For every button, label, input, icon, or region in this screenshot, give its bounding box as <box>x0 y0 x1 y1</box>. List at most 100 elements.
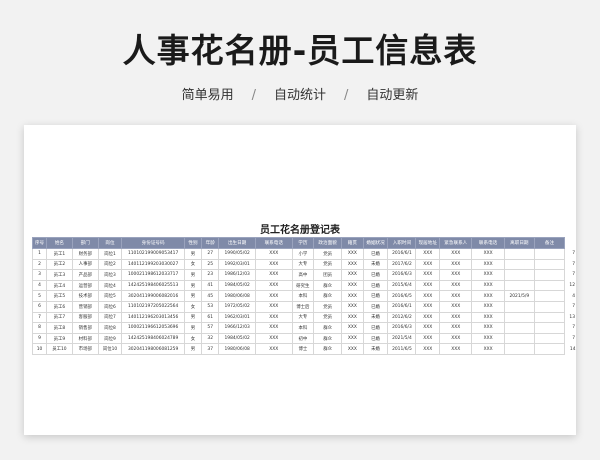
table-cell[interactable]: XXX <box>341 258 364 271</box>
table-cell[interactable]: 41 <box>201 279 220 292</box>
table-cell[interactable]: 男 <box>183 322 203 334</box>
table-cell[interactable]: XXX <box>254 311 293 324</box>
table-cell[interactable] <box>503 300 535 313</box>
table-cell[interactable]: 员工2 <box>46 258 73 271</box>
table-cell[interactable]: XXX <box>439 300 473 313</box>
table-cell[interactable]: 未婚 <box>362 258 389 271</box>
table-cell[interactable] <box>533 258 566 271</box>
table-cell[interactable]: 男 <box>183 269 203 281</box>
table-cell[interactable]: XXX <box>341 279 364 292</box>
table-cell[interactable]: XXX <box>439 311 473 324</box>
table-cell[interactable]: XXX <box>341 248 364 260</box>
table-cell[interactable]: XXX <box>415 290 441 302</box>
table-cell[interactable]: 博士 <box>291 343 315 355</box>
table-cell[interactable]: 2016/6/1 <box>387 300 417 313</box>
table-cell[interactable]: 岗位6 <box>97 300 123 313</box>
table-cell[interactable]: XXX <box>254 279 293 292</box>
table-cell[interactable] <box>533 279 566 292</box>
table-cell[interactable] <box>503 322 535 334</box>
table-cell[interactable]: XXX <box>254 258 293 271</box>
table-cell[interactable]: 14 <box>565 344 576 355</box>
column-header[interactable]: 序号 <box>32 237 47 249</box>
table-cell[interactable]: 岗位5 <box>97 290 123 302</box>
table-cell[interactable]: 7 <box>565 259 576 270</box>
table-cell[interactable]: XXX <box>471 322 505 334</box>
table-row[interactable]: 5 员工5 技术部 岗位5 302041199006082016 男 45 1980/06/0… <box>32 290 576 302</box>
table-cell[interactable]: 男 <box>183 279 203 292</box>
table-cell[interactable]: XXX <box>254 269 293 281</box>
table-cell[interactable]: 302041199006082016 <box>121 290 185 302</box>
table-cell[interactable]: XXX <box>341 332 364 345</box>
column-header[interactable]: 政治面貌 <box>313 237 343 249</box>
table-cell[interactable]: 110102197205022564 <box>121 300 185 313</box>
table-cell[interactable]: 25 <box>201 258 220 271</box>
table-cell[interactable]: 100021198612033717 <box>121 269 185 281</box>
table-cell[interactable]: 产品部 <box>71 269 99 281</box>
column-header[interactable]: 婚姻状况 <box>362 237 389 249</box>
table-cell[interactable] <box>503 343 535 355</box>
table-cell[interactable]: 财务部 <box>71 248 99 260</box>
table-cell[interactable]: 员工3 <box>46 269 73 281</box>
table-cell[interactable]: 5 <box>32 290 47 302</box>
table-cell[interactable]: XXX <box>254 343 293 355</box>
table-cell[interactable]: 岗位10 <box>97 343 123 355</box>
table-cell[interactable]: 1966/12/03 <box>218 322 256 334</box>
table-cell[interactable]: XXX <box>341 290 364 302</box>
table-row[interactable]: 4 员工4 运营部 岗位4 142425198406025513 男 41 1984/05/0… <box>32 279 576 292</box>
table-cell[interactable]: 高中 <box>291 269 315 281</box>
table-cell[interactable]: 2021/5/4 <box>387 332 417 345</box>
table-cell[interactable]: XXX <box>415 322 441 334</box>
table-cell[interactable]: 32 <box>201 332 220 345</box>
table-cell[interactable]: XXX <box>471 258 505 271</box>
table-cell[interactable]: XXX <box>415 279 441 292</box>
table-cell[interactable]: 1984/05/02 <box>218 332 256 345</box>
table-cell[interactable]: 大专 <box>291 258 315 271</box>
table-cell[interactable]: 7 <box>565 301 576 312</box>
table-cell[interactable]: XXX <box>415 311 441 324</box>
table-cell[interactable]: 党员 <box>313 300 343 313</box>
table-cell[interactable]: 初中 <box>291 332 315 345</box>
table-cell[interactable]: 岗位1 <box>97 248 123 260</box>
table-cell[interactable]: XXX <box>471 248 505 260</box>
table-cell[interactable]: 已婚 <box>362 332 389 345</box>
table-cell[interactable]: XXX <box>415 300 441 313</box>
table-cell[interactable]: 男 <box>183 343 203 355</box>
column-header[interactable]: 离职日期 <box>503 237 535 249</box>
table-cell[interactable]: 本科 <box>291 290 315 302</box>
table-cell[interactable]: 岗位7 <box>97 311 123 324</box>
column-header[interactable]: 现居地址 <box>415 237 441 249</box>
table-cell[interactable]: 1972/05/02 <box>218 300 256 313</box>
table-cell[interactable]: 142425198406025513 <box>121 279 185 292</box>
column-header[interactable]: 性别 <box>183 237 203 249</box>
table-cell[interactable] <box>533 343 566 355</box>
table-cell[interactable]: XXX <box>341 343 364 355</box>
table-cell[interactable] <box>533 332 566 345</box>
table-cell[interactable]: 男 <box>183 311 203 324</box>
table-cell[interactable]: 员工1 <box>46 248 73 260</box>
table-cell[interactable] <box>503 332 535 345</box>
table-cell[interactable]: 已婚 <box>362 322 389 334</box>
table-cell[interactable]: 53 <box>201 300 220 313</box>
table-cell[interactable]: 1984/05/02 <box>218 279 256 292</box>
column-header[interactable]: 紧急联系人 <box>439 237 473 249</box>
table-cell[interactable]: 女 <box>183 258 203 271</box>
table-cell[interactable]: 45 <box>201 290 220 302</box>
table-cell[interactable]: 员工4 <box>46 279 73 292</box>
column-header[interactable]: 联系电话 <box>254 237 293 249</box>
table-cell[interactable]: 未婚 <box>362 311 389 324</box>
table-row[interactable]: 10 员工10 市场部 岗位10 302041198006081259 男 37 1980/0… <box>32 343 576 355</box>
table-cell[interactable]: 1992/03/01 <box>218 258 256 271</box>
table-cell[interactable]: 302041198006081259 <box>121 343 185 355</box>
table-cell[interactable]: XXX <box>415 248 441 260</box>
table-cell[interactable]: XXX <box>254 332 293 345</box>
table-cell[interactable]: 群众 <box>313 343 343 355</box>
table-cell[interactable]: 销售部 <box>71 322 99 334</box>
table-cell[interactable] <box>503 258 535 271</box>
column-header[interactable]: 出生日期 <box>218 237 256 249</box>
table-row[interactable]: 3 员工3 产品部 岗位3 100021198612033717 男 23 1986/12/0… <box>32 269 576 281</box>
table-cell[interactable]: 群众 <box>313 322 343 334</box>
table-row[interactable]: 1 员工1 财务部 岗位1 110102199009053417 男 27 1990/05/0… <box>32 248 576 260</box>
table-cell[interactable]: 岗位8 <box>97 322 123 334</box>
column-header[interactable]: 学历 <box>291 237 315 249</box>
table-cell[interactable]: 2021/5/9 <box>503 290 535 302</box>
